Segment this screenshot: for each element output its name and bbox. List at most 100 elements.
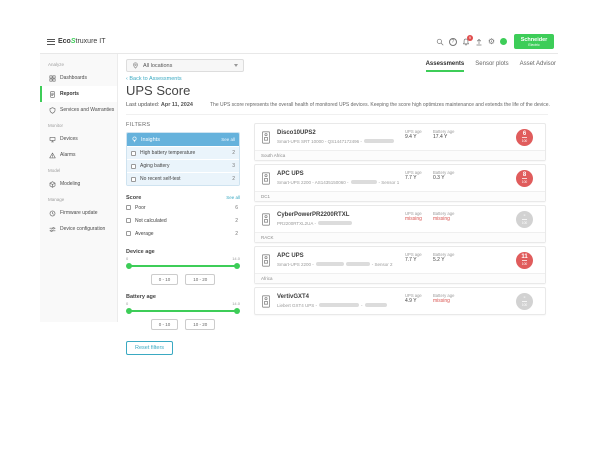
device-model-text: PR2200RTXL2UA - <box>277 221 316 226</box>
devices-icon <box>49 136 56 143</box>
checkbox[interactable] <box>131 151 136 156</box>
device-card-main: VertivGXT4Liebert GXT4 UPS -- UPS age4.9 … <box>255 288 545 314</box>
device-age-range-button-0-10[interactable]: 0 - 10 <box>151 274 179 285</box>
hamburger-menu-icon[interactable] <box>47 39 55 45</box>
sidebar-section-label: Manage <box>40 192 117 205</box>
insights-see-all-link[interactable]: See all <box>221 137 235 142</box>
device-card-vertivgxt4[interactable]: VertivGXT4Liebert GXT4 UPS -- UPS age4.9 … <box>254 287 546 315</box>
device-age-slider-handle-min[interactable] <box>126 263 132 269</box>
ups-age-column: UPS age9.4 Y <box>405 129 422 141</box>
sidebar-item-alarms[interactable]: Alarms <box>40 147 117 163</box>
tab-asset-advisor[interactable]: Asset Advisor <box>520 61 556 72</box>
battery-age-max-value: 14.0 <box>232 301 240 306</box>
battery-age-value: 17.4 Y <box>433 134 454 141</box>
sidebar-item-device-configuration[interactable]: Device configuration <box>40 221 117 237</box>
help-icon[interactable]: ? <box>449 38 457 46</box>
device-card-main: APC UPSSmart-UPS 2200 -- Sensor 2UPS age… <box>255 247 545 273</box>
device-card-disco10ups2[interactable]: Disco10UPS2Smart-UPS SRT 10000 - QS14471… <box>254 123 546 161</box>
filter-count: 2 <box>235 231 238 237</box>
location-pin-icon <box>132 62 139 69</box>
location-selector[interactable]: All locations <box>126 59 244 72</box>
ups-device-icon <box>261 295 271 308</box>
device-model: Smart-UPS 2200 - AS1435150060 -- Sensor … <box>277 180 399 185</box>
config-icon <box>49 226 56 233</box>
sidebar-item-devices[interactable]: Devices <box>40 131 117 147</box>
device-age-range-button-10-20[interactable]: 10 - 20 <box>185 274 215 285</box>
insight-filter-high-battery-temperature[interactable]: High battery temperature2 <box>127 146 239 159</box>
brand: EcoStruxure IT <box>40 38 118 45</box>
score-max: 100 <box>522 137 528 143</box>
checkbox[interactable] <box>126 218 131 223</box>
tab-assessments[interactable]: Assessments <box>426 61 465 72</box>
sidebar-item-reports[interactable]: Reports <box>40 86 117 102</box>
redacted-text <box>346 262 370 266</box>
filter-count: 3 <box>232 163 235 169</box>
tab-sensor-plots[interactable]: Sensor plots <box>475 61 508 72</box>
sidebar-section-label: Analyze <box>40 57 117 70</box>
sidebar-item-firmware-update[interactable]: Firmware update <box>40 205 117 221</box>
device-card-apc-ups[interactable]: APC UPSSmart-UPS 2200 - AS1435150060 -- … <box>254 164 546 202</box>
brand-rest: truxure IT <box>76 38 106 45</box>
score-max: 100 <box>522 260 528 266</box>
reports-icon <box>49 91 56 98</box>
sidebar-item-modeling[interactable]: Modeling <box>40 176 117 192</box>
ups-age-column: UPS age7.7 Y <box>405 252 422 264</box>
device-location: Africa <box>255 273 545 283</box>
battery-age-column: Battery age17.4 Y <box>433 129 454 141</box>
checkbox[interactable] <box>126 231 131 236</box>
insight-filter-aging-battery[interactable]: Aging battery3 <box>127 159 239 172</box>
filters-panel: FILTERS Insights See all High battery te… <box>126 122 240 355</box>
ups-device-icon <box>261 172 271 185</box>
battery-age-value: missing <box>433 216 454 223</box>
score-filter-not-calculated[interactable]: Not calculated2 <box>126 214 240 227</box>
device-location: South Africa <box>255 150 545 160</box>
device-card-apc-ups[interactable]: APC UPSSmart-UPS 2200 -- Sensor 2UPS age… <box>254 246 546 284</box>
device-age-filter: Device age014.00 - 1010 - 20 <box>126 249 240 285</box>
battery-age-slider-handle-max[interactable] <box>234 308 240 314</box>
device-model-text: Smart-UPS 2200 - AS1435150060 - <box>277 180 349 185</box>
device-age-label: Device age <box>126 249 240 255</box>
device-age-slider-handle-max[interactable] <box>234 263 240 269</box>
battery-age-range-button-10-20[interactable]: 10 - 20 <box>185 319 215 330</box>
checkbox[interactable] <box>126 205 131 210</box>
score-badge: 11100 <box>516 252 533 269</box>
insight-filter-no-recent-self-test[interactable]: No recent self-test2 <box>127 172 239 185</box>
device-name: CyberPowerPR2200RTXL <box>277 212 352 219</box>
insights-label: Insights <box>141 137 160 143</box>
device-card-main: Disco10UPS2Smart-UPS SRT 10000 - QS14471… <box>255 124 545 150</box>
modeling-icon <box>49 181 56 188</box>
brand-logo: EcoStruxure IT <box>58 38 105 45</box>
score-see-all-link[interactable]: See all <box>226 195 240 200</box>
battery-age-range-button-0-10[interactable]: 0 - 10 <box>151 319 179 330</box>
filter-label: No recent self-test <box>140 176 181 182</box>
avatar[interactable] <box>500 38 507 45</box>
redacted-text <box>364 139 394 143</box>
score-filter-average[interactable]: Average 2 <box>126 227 240 240</box>
score-filter-poor[interactable]: Poor6 <box>126 201 240 214</box>
sidebar-item-services-and-warranties[interactable]: Services and Warranties <box>40 102 117 118</box>
battery-age-slider-handle-min[interactable] <box>126 308 132 314</box>
device-model: Liebert GXT4 UPS -- <box>277 303 387 308</box>
topbar-actions: ? 9 ⚙ <box>436 38 507 46</box>
settings-icon[interactable]: ⚙ <box>488 38 495 46</box>
notifications-icon[interactable]: 9 <box>462 38 470 46</box>
filter-label: Average <box>135 231 154 237</box>
score-badge: -100 <box>516 211 533 228</box>
checkbox[interactable] <box>131 177 136 182</box>
device-model: Smart-UPS 2200 -- Sensor 2 <box>277 262 393 267</box>
export-icon[interactable] <box>475 38 483 46</box>
sidebar-item-dashboards[interactable]: Dashboards <box>40 70 117 86</box>
reset-filters-button[interactable]: Reset filters <box>126 341 173 355</box>
back-link[interactable]: ‹ Back to Assessments <box>126 76 182 82</box>
checkbox[interactable] <box>131 164 136 169</box>
redacted-text <box>365 303 387 307</box>
device-card-cyberpowerpr2200rtxl[interactable]: CyberPowerPR2200RTXLPR2200RTXL2UA -UPS a… <box>254 205 546 243</box>
battery-age-value: 0.3 Y <box>433 175 454 182</box>
device-name: Disco10UPS2 <box>277 130 394 137</box>
search-icon[interactable] <box>436 38 444 46</box>
device-text: VertivGXT4Liebert GXT4 UPS -- <box>277 294 387 308</box>
sidebar-item-label: Device configuration <box>60 226 105 232</box>
filter-count: 2 <box>235 218 238 224</box>
ups-age-column: UPS age4.9 Y <box>405 293 422 305</box>
insights-bulb-icon <box>131 136 138 143</box>
